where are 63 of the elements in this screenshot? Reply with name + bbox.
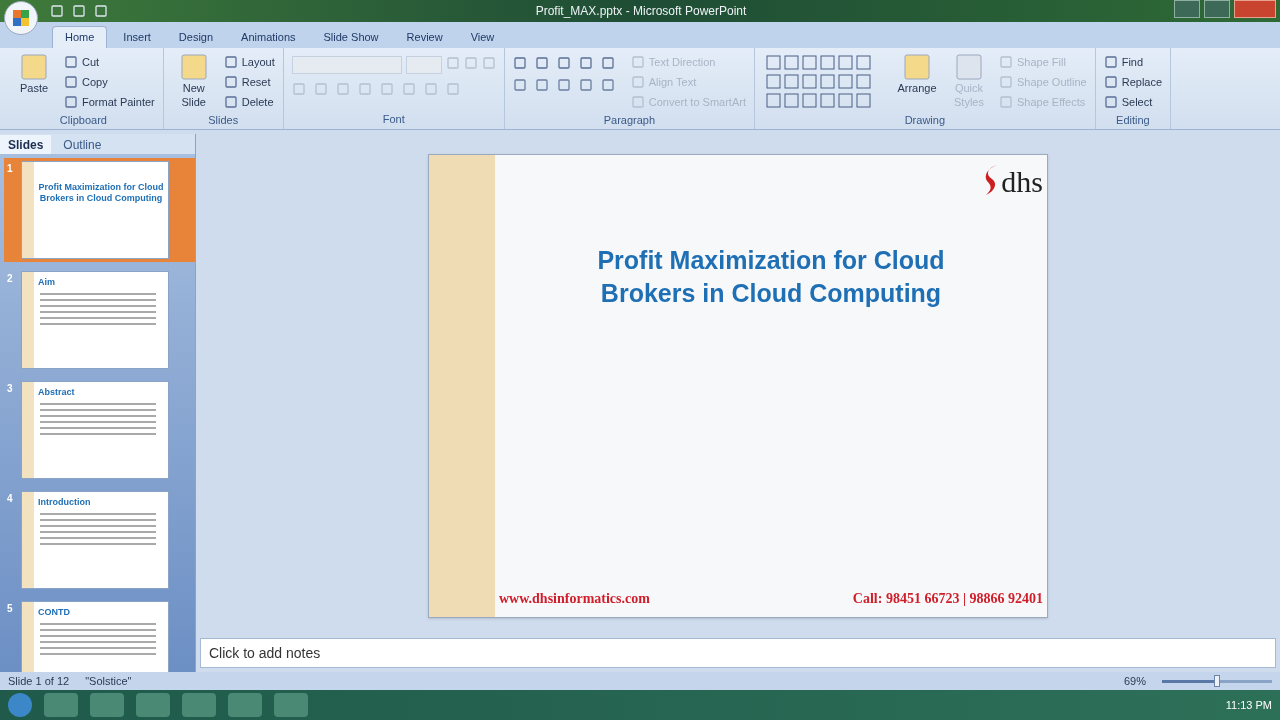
ribbon-tab[interactable]: Slide Show — [311, 26, 391, 48]
ribbon-small-button[interactable]: Cut — [64, 52, 155, 72]
ribbon-small-button[interactable]: Find — [1103, 52, 1163, 72]
ribbon-tab[interactable]: Design — [166, 26, 226, 48]
theme-name: "Solstice" — [85, 673, 132, 689]
taskbar-app-icon[interactable] — [182, 693, 216, 717]
ribbon-tab[interactable]: Insert — [111, 26, 163, 48]
taskbar-app-icon[interactable] — [90, 693, 124, 717]
ribbon-small-button[interactable]: Reset — [223, 72, 275, 92]
close-button[interactable] — [1234, 0, 1276, 18]
ribbon-large-button[interactable]: Paste — [12, 52, 56, 96]
minimize-button[interactable] — [1174, 0, 1200, 18]
ribbon-tab[interactable]: Review — [394, 26, 455, 48]
notes-field[interactable]: Click to add notes — [200, 638, 1276, 668]
group-label: Editing — [1115, 113, 1151, 128]
slide-title: Profit Maximization for Cloud Brokers in Cloud Computing — [596, 245, 946, 309]
panel-tab[interactable]: Outline — [55, 135, 110, 154]
slide-number: 5 — [7, 602, 14, 616]
office-button[interactable] — [4, 1, 38, 35]
slide-count: Slide 1 of 12 — [8, 673, 70, 689]
logo: dhs — [1001, 164, 1043, 200]
slide-number: 1 — [7, 162, 14, 176]
website-text: www.dhsinformatics.com — [499, 590, 650, 608]
taskbar-app-icon[interactable] — [136, 693, 170, 717]
thumbnail-title: Profit Maximization for Cloud Brokers in Cloud Computing — [38, 182, 164, 204]
window-title: Profit_MAX.pptx - Microsoft PowerPoint — [534, 3, 748, 20]
group-label: Clipboard — [58, 113, 108, 128]
taskbar-app-icon[interactable] — [44, 693, 78, 717]
taskbar-app-icon[interactable] — [228, 693, 262, 717]
ribbon-tab[interactable]: Home — [52, 26, 108, 48]
group-label: Font — [381, 111, 406, 127]
clock: 11:13 PM — [1225, 697, 1272, 713]
phone-text: Call: 98451 66723 | 98866 92401 — [852, 590, 1043, 608]
slide-thumbnail[interactable]: 1 Profit Maximization for Cloud Brokers in Cloud Computing — [4, 158, 195, 262]
font-size-field[interactable] — [405, 56, 442, 74]
maximize-button[interactable] — [1204, 0, 1230, 18]
start-button[interactable] — [8, 693, 32, 717]
ribbon-tab[interactable]: View — [458, 26, 507, 48]
group-label: Slides — [207, 113, 240, 128]
group-label: Drawing — [903, 113, 946, 128]
thumbnail-title: Abstract — [38, 386, 76, 399]
zoom-level: 69% — [1123, 673, 1146, 689]
thumbnail-title: Aim — [38, 276, 56, 289]
thumbnail-side-band — [22, 602, 34, 672]
ribbon-tab[interactable]: Animations — [229, 26, 308, 48]
thumbnail-title: Introduction — [38, 496, 92, 509]
ribbon-large-button[interactable]: New Slide — [171, 52, 216, 110]
ribbon-small-button[interactable]: Delete — [223, 92, 275, 112]
ribbon-small-button[interactable]: Copy — [64, 72, 155, 92]
panel-tab[interactable]: Slides — [0, 135, 52, 154]
group-label: Paragraph — [602, 113, 657, 128]
office-logo-icon — [11, 8, 31, 28]
thumbnail-title: CONTD — [38, 606, 71, 619]
ribbon-small-button[interactable]: Replace — [1103, 72, 1163, 92]
ribbon-small-button[interactable]: Select — [1103, 92, 1163, 112]
slide-number: 2 — [7, 272, 14, 286]
ribbon-large-button[interactable]: Arrange — [895, 52, 939, 96]
slide-number: 3 — [7, 382, 14, 396]
slide-number: 4 — [7, 492, 14, 506]
ribbon-small-button[interactable]: Layout — [223, 52, 275, 72]
zoom-slider-thumb[interactable] — [1214, 674, 1220, 687]
taskbar-app-icon[interactable] — [274, 693, 308, 717]
ribbon-small-button[interactable]: Format Painter — [64, 92, 155, 112]
